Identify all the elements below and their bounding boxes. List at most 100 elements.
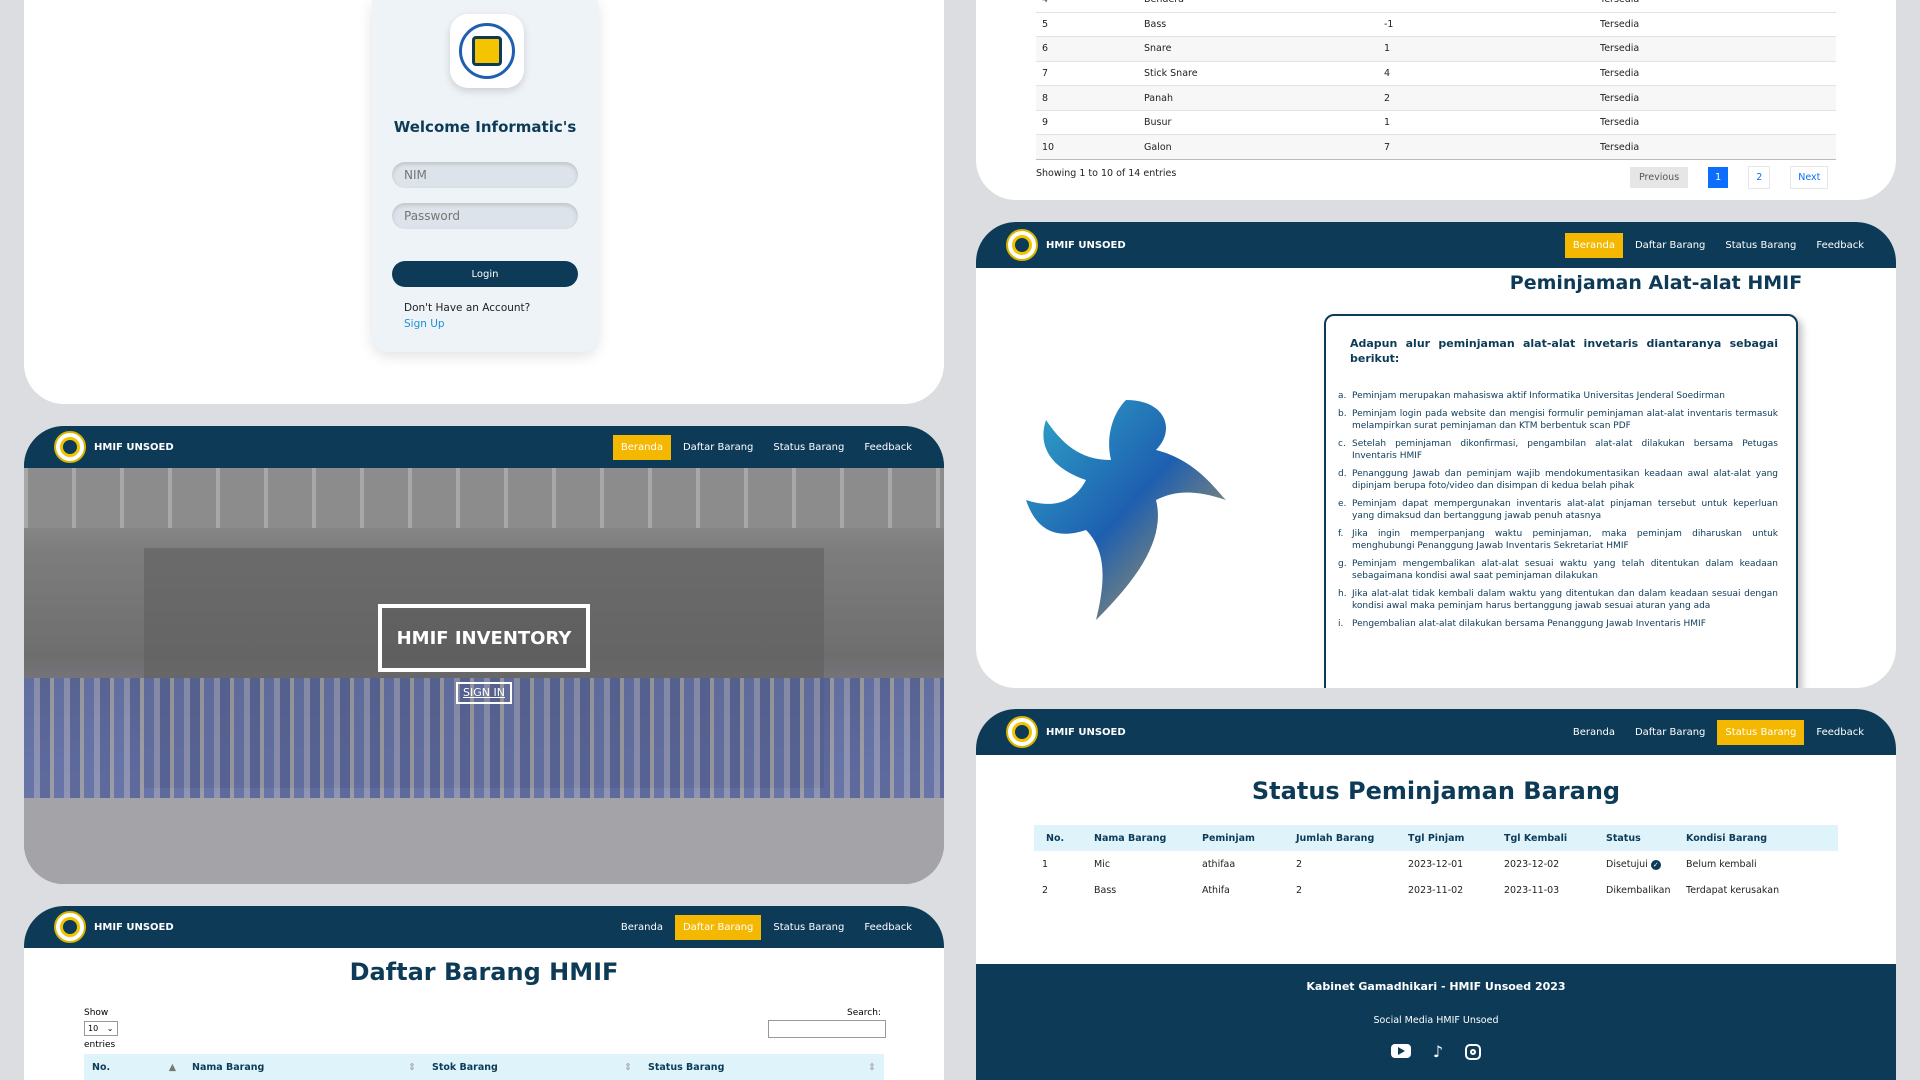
nav-menu: Beranda Daftar Barang Status Barang Feed… bbox=[1565, 719, 1872, 745]
brand[interactable]: HMIF UNSOED bbox=[1006, 229, 1126, 261]
table-row: 5 Bass -1 Tersedia bbox=[1036, 12, 1836, 37]
nav-feedback[interactable]: Feedback bbox=[856, 915, 920, 940]
search-label: Search: bbox=[847, 1008, 881, 1018]
hero-signin-button[interactable]: SIGN IN bbox=[456, 682, 512, 704]
nav-daftar-barang[interactable]: Daftar Barang bbox=[1627, 233, 1713, 258]
sort-icon: ⇕ bbox=[868, 1061, 876, 1073]
footer-social-label: Social Media HMIF Unsoed bbox=[1373, 1015, 1499, 1026]
header-no[interactable]: No. ▲ bbox=[84, 1062, 184, 1073]
status-badge: Disetujui bbox=[1606, 858, 1648, 870]
table-info: Showing 1 to 10 of 14 entries bbox=[1036, 168, 1177, 179]
status-panel: HMIF UNSOED Beranda Daftar Barang Status… bbox=[976, 709, 1896, 1080]
login-panel: Welcome Informatic's Login Don't Have an… bbox=[24, 0, 944, 404]
hmif-logo-icon bbox=[1006, 716, 1038, 748]
nav-status-barang[interactable]: Status Barang bbox=[1717, 719, 1805, 745]
table-row: 9 Busur 1 Tersedia bbox=[1036, 110, 1836, 135]
footer: Kabinet Gamadhikari - HMIF Unsoed 2023 S… bbox=[976, 964, 1896, 1080]
brand[interactable]: HMIF UNSOED bbox=[54, 431, 174, 463]
header-nama-barang[interactable]: Nama Barang ⇕ bbox=[184, 1062, 424, 1073]
no-account-text: Don't Have an Account? bbox=[404, 302, 531, 314]
nav-daftar-barang[interactable]: Daftar Barang bbox=[675, 435, 761, 460]
nav-beranda[interactable]: Beranda bbox=[612, 434, 671, 460]
nav-feedback[interactable]: Feedback bbox=[1808, 233, 1872, 258]
tiktok-icon[interactable]: ♪ bbox=[1433, 1044, 1443, 1060]
nav-status-barang[interactable]: Status Barang bbox=[765, 915, 852, 940]
hmif-logo-icon bbox=[54, 911, 86, 943]
inventory-table: 4 Bendera Tersedia 5 Bass -1 Tersedia 6 … bbox=[1036, 0, 1836, 160]
list-item: g. Peminjam mengembalikan alat-alat sesua… bbox=[1338, 559, 1778, 581]
nav-daftar-barang[interactable]: Daftar Barang bbox=[674, 914, 762, 940]
entries-select[interactable]: 10 ⌄ bbox=[84, 1021, 118, 1036]
nav-status-barang[interactable]: Status Barang bbox=[1717, 233, 1804, 258]
nav-menu: Beranda Daftar Barang Status Barang Feed… bbox=[1564, 232, 1872, 258]
table-row: 8 Panah 2 Tersedia bbox=[1036, 85, 1836, 111]
sort-icon: ⇕ bbox=[408, 1061, 416, 1073]
search-input[interactable] bbox=[768, 1020, 886, 1038]
chevron-down-icon: ⌄ bbox=[106, 1024, 114, 1033]
nav-beranda[interactable]: Beranda bbox=[613, 915, 671, 940]
status-table: No. Nama Barang Peminjam Jumlah Barang T… bbox=[1034, 825, 1838, 903]
list-item: e. Peminjam dapat mempergunakan inventari… bbox=[1338, 499, 1778, 521]
navbar: HMIF UNSOED Beranda Daftar Barang Status… bbox=[976, 709, 1896, 755]
login-button[interactable]: Login bbox=[392, 261, 578, 287]
procedure-card: Adapun alur peminjaman alat-alat invetar… bbox=[1324, 314, 1798, 688]
list-item: h. Jika alat-alat tidak kembali dalam wak… bbox=[1338, 589, 1778, 611]
list-item: c. Setelah peminjaman dikonfirmasi, penga… bbox=[1338, 439, 1778, 461]
table-row: 2 Bass Athifa 2 2023-11-02 2023-11-03 Di… bbox=[1042, 884, 1780, 896]
nav-beranda[interactable]: Beranda bbox=[1564, 232, 1623, 258]
brand[interactable]: HMIF UNSOED bbox=[1006, 716, 1126, 748]
inventory-table-panel: 4 Bendera Tersedia 5 Bass -1 Tersedia 6 … bbox=[976, 0, 1896, 200]
prev-button[interactable]: Previous bbox=[1630, 167, 1689, 188]
signup-link[interactable]: Sign Up bbox=[404, 318, 445, 330]
entries-label: entries bbox=[84, 1040, 116, 1050]
procedure-intro: Adapun alur peminjaman alat-alat invetar… bbox=[1350, 337, 1778, 365]
table-row: 1 Mic athifaa 2 2023-12-01 2023-12-02 Di… bbox=[1042, 858, 1757, 870]
table-row: 6 Snare 1 Tersedia bbox=[1036, 36, 1836, 62]
bird-logo-icon bbox=[1026, 400, 1226, 620]
check-circle-icon: ✓ bbox=[1650, 859, 1661, 870]
instagram-icon[interactable] bbox=[1465, 1044, 1482, 1060]
page-1-button[interactable]: 1 bbox=[1708, 167, 1729, 188]
hmif-logo-icon bbox=[1006, 229, 1038, 261]
table-header: No. Nama Barang Peminjam Jumlah Barang T… bbox=[1034, 825, 1838, 851]
procedure-list: a. Peminjam merupakan mahasiswa aktif Inf… bbox=[1338, 390, 1778, 636]
page-title: Daftar Barang HMIF bbox=[349, 958, 619, 986]
page-title: Status Peminjaman Barang bbox=[1251, 777, 1621, 805]
sort-icon: ⇕ bbox=[624, 1061, 632, 1073]
nav-daftar-barang[interactable]: Daftar Barang bbox=[1627, 720, 1713, 745]
nav-beranda[interactable]: Beranda bbox=[1565, 720, 1623, 745]
nav-feedback[interactable]: Feedback bbox=[856, 435, 920, 460]
sort-asc-icon: ▲ bbox=[168, 1061, 176, 1073]
nav-feedback[interactable]: Feedback bbox=[1808, 720, 1872, 745]
header-stok-barang[interactable]: Stok Barang ⇕ bbox=[424, 1062, 640, 1073]
hmif-logo bbox=[450, 14, 524, 88]
page-2-button[interactable]: 2 bbox=[1748, 166, 1771, 189]
entries-value: 10 bbox=[88, 1024, 99, 1033]
nav-menu: Beranda Daftar Barang Status Barang Feed… bbox=[613, 914, 920, 940]
social-icons: ♪ bbox=[976, 1044, 1896, 1060]
nav-status-barang[interactable]: Status Barang bbox=[765, 435, 852, 460]
navbar: HMIF UNSOED Beranda Daftar Barang Status… bbox=[24, 426, 944, 468]
hero-title-box: HMIF INVENTORY bbox=[378, 604, 590, 672]
navbar: HMIF UNSOED Beranda Daftar Barang Status… bbox=[24, 906, 944, 948]
next-button[interactable]: Next bbox=[1790, 166, 1829, 189]
header-status-barang[interactable]: Status Barang ⇕ bbox=[640, 1062, 884, 1073]
list-item: a. Peminjam merupakan mahasiswa aktif Inf… bbox=[1338, 391, 1725, 401]
table-header: No. ▲ Nama Barang ⇕ Stok Barang ⇕ Status Ba… bbox=[84, 1054, 884, 1080]
nim-input[interactable] bbox=[392, 162, 578, 188]
list-item: d. Penanggung Jawab dan peminjam wajib me… bbox=[1338, 469, 1778, 491]
page-title: Peminjaman Alat-alat HMIF bbox=[1509, 272, 1803, 294]
nav-menu: Beranda Daftar Barang Status Barang Feed… bbox=[612, 434, 920, 460]
brand[interactable]: HMIF UNSOED bbox=[54, 911, 174, 943]
hero-title: HMIF INVENTORY bbox=[396, 627, 572, 649]
hero-panel: HMIF UNSOED Beranda Daftar Barang Status… bbox=[24, 426, 944, 884]
login-card: Welcome Informatic's Login Don't Have an… bbox=[372, 0, 598, 352]
table-row: 7 Stick Snare 4 Tersedia bbox=[1036, 61, 1836, 86]
table-row: 10 Galon 7 Tersedia bbox=[1036, 134, 1836, 160]
hero-background-photo bbox=[24, 468, 944, 884]
welcome-heading: Welcome Informatic's bbox=[393, 118, 577, 136]
footer-cabinet: Kabinet Gamadhikari - HMIF Unsoed 2023 bbox=[1306, 980, 1566, 993]
youtube-icon[interactable] bbox=[1390, 1044, 1411, 1058]
password-input[interactable] bbox=[392, 203, 578, 229]
peminjaman-panel: HMIF UNSOED Beranda Daftar Barang Status… bbox=[976, 222, 1896, 688]
